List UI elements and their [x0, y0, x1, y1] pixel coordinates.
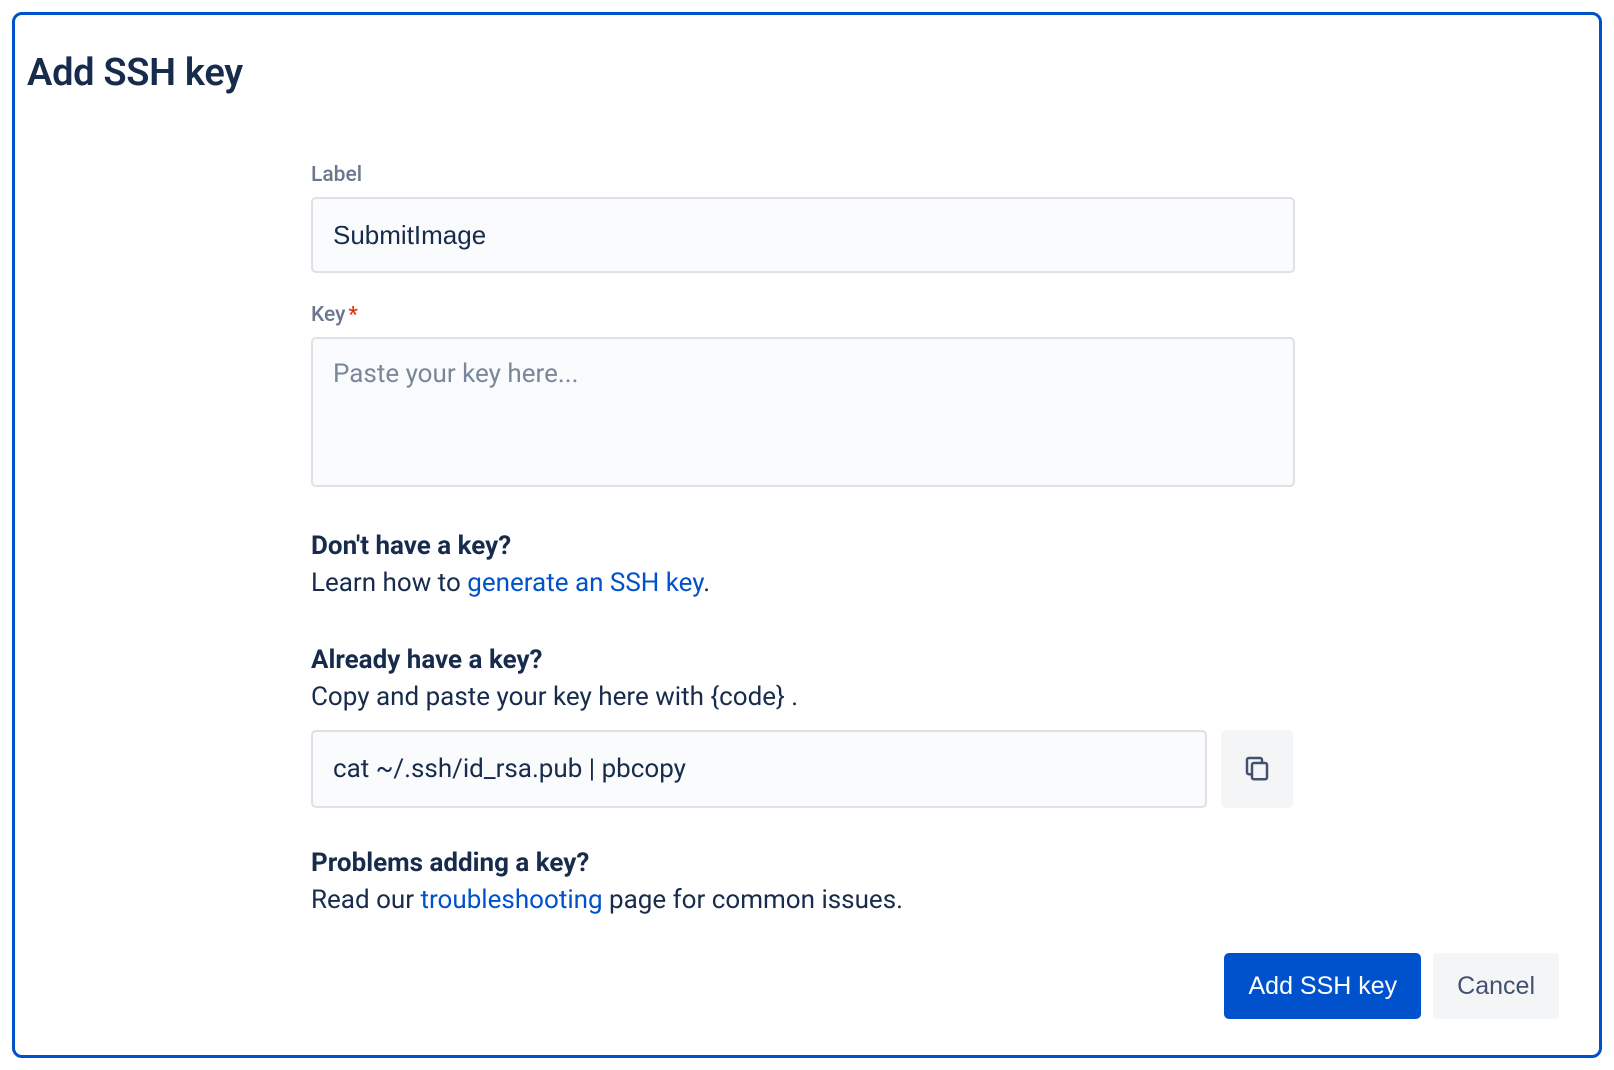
- add-ssh-key-button[interactable]: Add SSH key: [1224, 953, 1421, 1019]
- no-key-text-after: .: [703, 568, 710, 598]
- problems-text: Read our troubleshooting page for common…: [311, 882, 1295, 920]
- form-area: Label Key* Don't have a key? Learn how t…: [311, 163, 1295, 920]
- required-asterisk: *: [348, 303, 357, 327]
- cancel-button[interactable]: Cancel: [1433, 953, 1559, 1019]
- problems-heading: Problems adding a key?: [311, 848, 1295, 878]
- problems-text-before: Read our: [311, 885, 420, 915]
- troubleshooting-link[interactable]: troubleshooting: [420, 885, 602, 915]
- problems-text-after: page for common issues.: [603, 885, 903, 915]
- label-input[interactable]: [311, 197, 1295, 273]
- code-command-box: cat ~/.ssh/id_rsa.pub | pbcopy: [311, 730, 1207, 808]
- copy-icon: [1242, 753, 1272, 786]
- code-command-text: cat ~/.ssh/id_rsa.pub | pbcopy: [333, 754, 686, 784]
- have-key-heading: Already have a key?: [311, 645, 1295, 675]
- no-key-heading: Don't have a key?: [311, 531, 1295, 561]
- add-ssh-key-dialog: Add SSH key Label Key* Don't have a key?…: [12, 12, 1602, 1058]
- dialog-footer: Add SSH key Cancel: [1224, 953, 1559, 1019]
- no-key-text-before: Learn how to: [311, 568, 467, 598]
- key-textarea[interactable]: [311, 337, 1295, 487]
- dialog-title: Add SSH key: [27, 51, 243, 95]
- have-key-text: Copy and paste your key here with {code}…: [311, 679, 1295, 717]
- generate-ssh-key-link[interactable]: generate an SSH key: [467, 568, 703, 598]
- key-field-label-text: Key: [311, 303, 345, 327]
- label-field-label: Label: [311, 163, 1295, 187]
- no-key-text: Learn how to generate an SSH key.: [311, 565, 1295, 603]
- key-field-label: Key*: [311, 303, 1295, 327]
- copy-button[interactable]: [1221, 730, 1293, 808]
